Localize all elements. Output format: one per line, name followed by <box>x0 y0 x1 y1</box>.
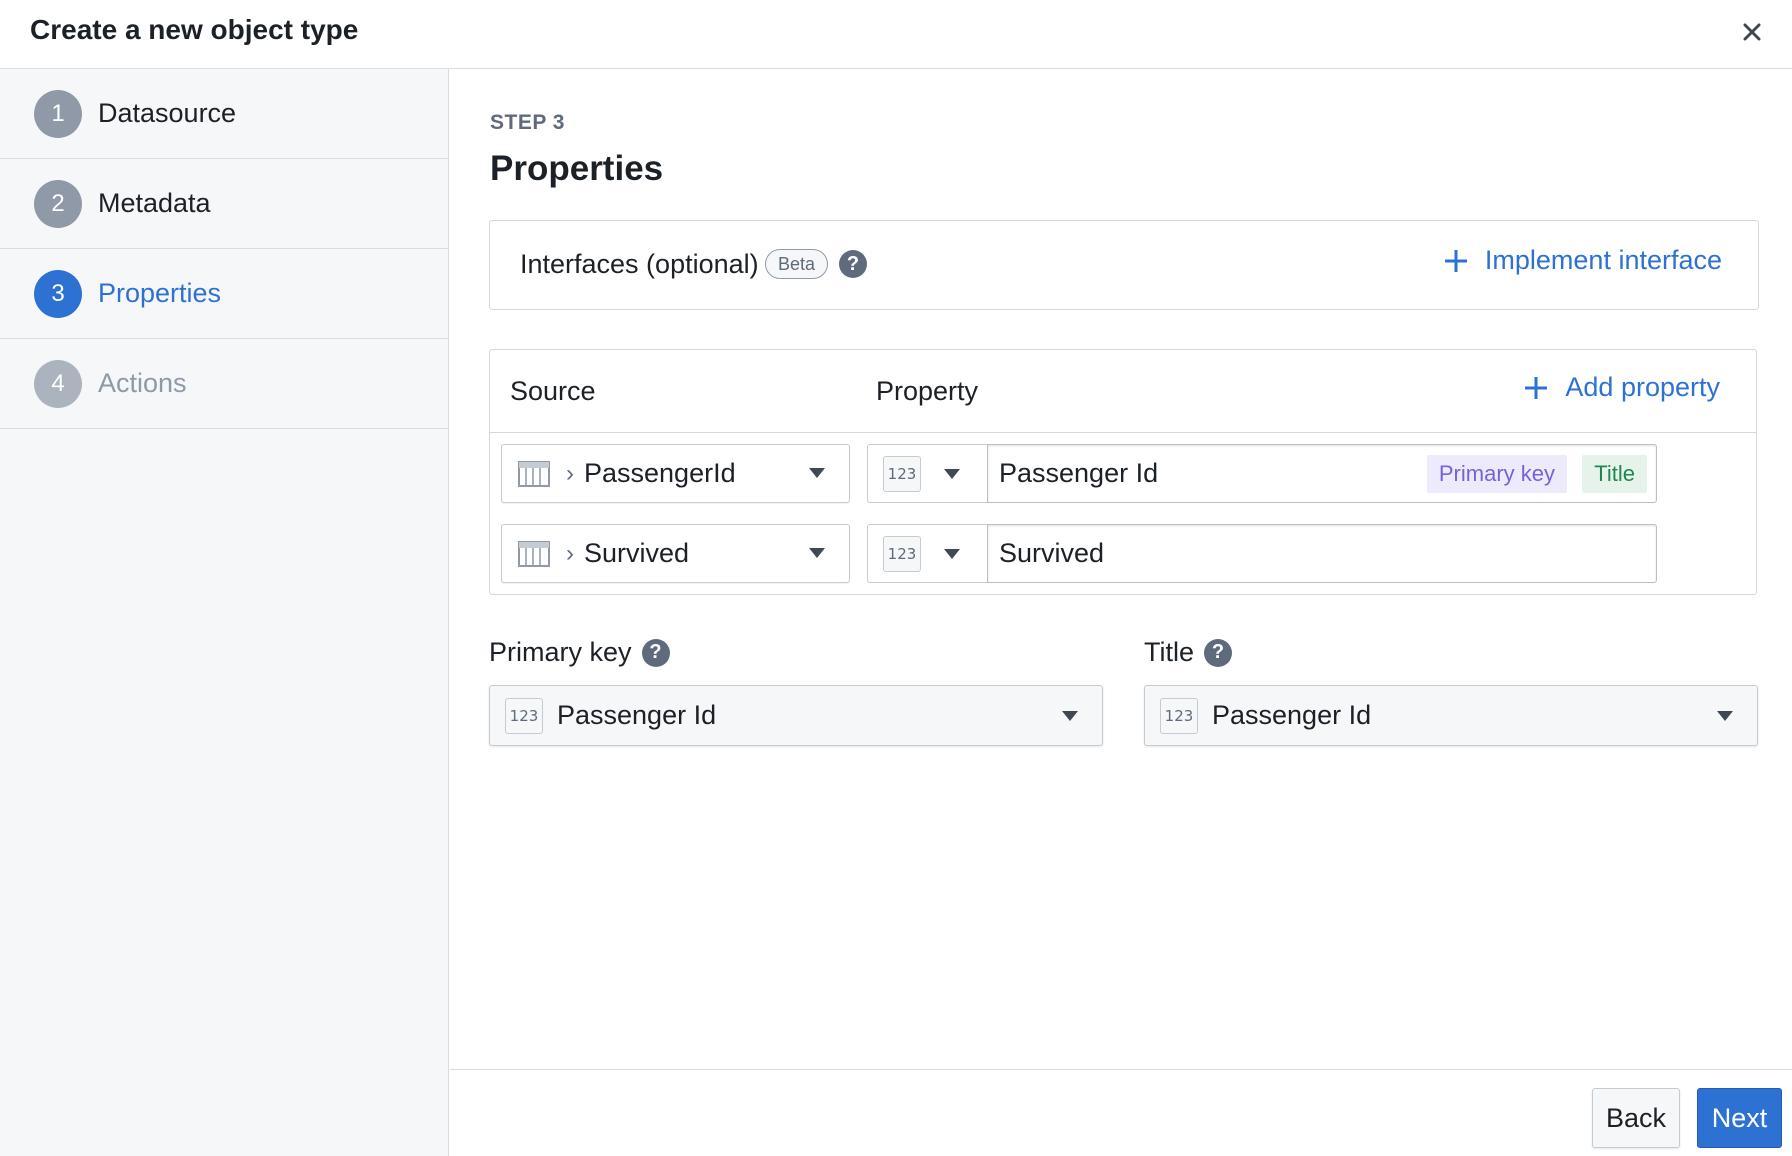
property-type-select[interactable]: 123 <box>867 524 987 583</box>
step-number: 3 <box>34 269 82 318</box>
close-icon <box>1743 23 1761 41</box>
title-select[interactable]: 123 Passenger Id <box>1144 685 1758 746</box>
section-title: Properties <box>490 149 664 188</box>
properties-table: Source Property Add property › Passenger… <box>489 349 1757 595</box>
close-button[interactable] <box>1734 14 1770 50</box>
step-number: 4 <box>34 359 82 408</box>
caret-down-icon <box>809 468 825 478</box>
step-label: Metadata <box>98 188 211 218</box>
primary-key-select[interactable]: 123 Passenger Id <box>489 685 1103 746</box>
step-number: 2 <box>34 179 82 228</box>
step-metadata[interactable]: 2 Metadata <box>0 159 448 249</box>
title-value: Passenger Id <box>1212 700 1372 730</box>
source-column-select[interactable]: › PassengerId <box>501 444 850 503</box>
property-name-input[interactable]: Survived <box>987 524 1657 583</box>
chevron-right-icon: › <box>566 459 574 487</box>
title-tag: Title <box>1582 455 1647 493</box>
caret-down-icon <box>944 469 960 479</box>
property-name-input[interactable]: Passenger Id Primary key Title <box>987 444 1657 503</box>
step-label: Datasource <box>98 98 237 128</box>
plus-icon <box>1525 376 1548 399</box>
beta-tag: Beta <box>765 249 829 279</box>
primary-key-tag: Primary key <box>1426 455 1567 493</box>
property-name-value: Passenger Id <box>999 458 1159 488</box>
table-column-icon <box>518 540 550 567</box>
caret-down-icon <box>1717 711 1733 721</box>
step-label: Properties <box>98 278 222 308</box>
table-column-icon <box>518 460 550 487</box>
chevron-right-icon: › <box>566 539 574 567</box>
steps-sidebar: 1 Datasource 2 Metadata 3 Properties 4 A… <box>0 69 449 1156</box>
step-actions[interactable]: 4 Actions <box>0 339 448 429</box>
main-panel: STEP 3 Properties Interfaces (optional) … <box>450 69 1792 1070</box>
source-column-select[interactable]: › Survived <box>501 524 850 583</box>
step-datasource[interactable]: 1 Datasource <box>0 69 448 159</box>
primary-key-value: Passenger Id <box>557 700 717 730</box>
integer-type-icon: 123 <box>883 536 921 572</box>
title-label-text: Title <box>1144 637 1195 667</box>
integer-type-icon: 123 <box>505 697 543 734</box>
implement-interface-button[interactable]: Implement interface <box>1443 245 1722 276</box>
source-column-name: PassengerId <box>584 458 736 488</box>
interfaces-label: Interfaces (optional) <box>520 249 759 279</box>
primary-key-label: Primary key ? <box>489 637 670 668</box>
column-header-property: Property <box>876 376 979 406</box>
next-button[interactable]: Next <box>1697 1088 1782 1148</box>
column-header-source: Source <box>510 376 596 406</box>
properties-table-header: Source Property Add property <box>490 350 1756 433</box>
property-type-select[interactable]: 123 <box>867 444 987 503</box>
add-property-label: Add property <box>1565 372 1720 402</box>
step-properties[interactable]: 3 Properties <box>0 249 448 339</box>
integer-type-icon: 123 <box>883 456 921 492</box>
back-button[interactable]: Back <box>1592 1088 1680 1148</box>
dialog-title: Create a new object type <box>30 14 359 45</box>
implement-interface-label: Implement interface <box>1484 245 1722 275</box>
add-property-button[interactable]: Add property <box>1523 372 1720 403</box>
dialog-footer: Back Next <box>450 1069 1792 1156</box>
caret-down-icon <box>1062 711 1078 721</box>
question-circle-icon[interactable]: ? <box>839 250 867 278</box>
caret-down-icon <box>809 548 825 558</box>
interfaces-card: Interfaces (optional) Beta ? Implement i… <box>489 220 1759 310</box>
step-label: Actions <box>98 368 187 398</box>
title-label: Title ? <box>1144 637 1233 668</box>
step-number: 1 <box>34 89 82 138</box>
dialog-header: Create a new object type <box>0 0 1792 69</box>
source-column-name: Survived <box>584 538 690 568</box>
plus-icon <box>1444 249 1467 272</box>
caret-down-icon <box>944 549 960 559</box>
step-eyebrow: STEP 3 <box>490 111 565 134</box>
question-circle-icon[interactable]: ? <box>641 638 670 667</box>
primary-key-label-text: Primary key <box>489 637 632 667</box>
property-name-value: Survived <box>999 538 1105 568</box>
question-circle-icon[interactable]: ? <box>1204 638 1233 667</box>
integer-type-icon: 123 <box>1160 697 1198 734</box>
